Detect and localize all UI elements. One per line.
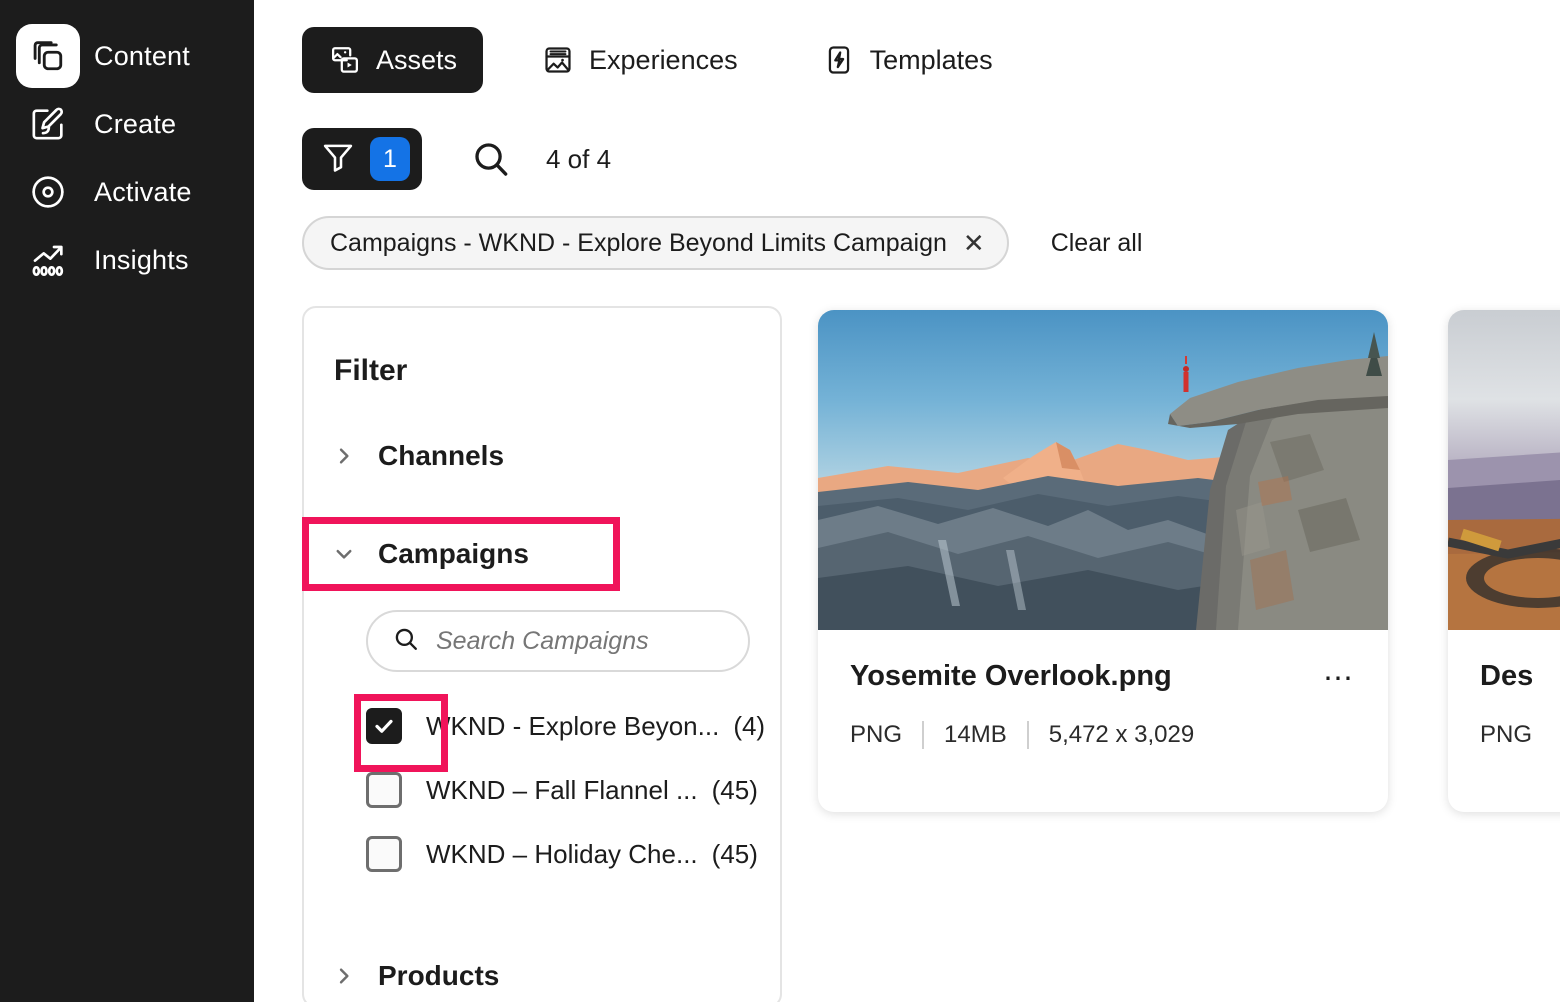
- campaign-search-wrapper: [304, 584, 780, 672]
- edit-brush-icon: [16, 92, 80, 156]
- asset-card[interactable]: Des PNG: [1448, 310, 1560, 812]
- main-content: Assets Experiences Templates 1 4 of 4 Ca…: [254, 0, 1560, 1002]
- asset-size: 14MB: [944, 721, 1007, 748]
- campaign-option-row[interactable]: WKND - Explore Beyon... (4): [304, 694, 780, 772]
- app-root: Content Create Activate Insights Assets …: [0, 0, 1560, 1002]
- facet-channels[interactable]: Channels: [304, 426, 780, 486]
- campaign-search-box[interactable]: [366, 610, 750, 672]
- campaign-options-list: WKND - Explore Beyon... (4) WKND – Fall …: [304, 672, 780, 886]
- asset-thumbnail: [818, 310, 1388, 630]
- asset-card[interactable]: Yosemite Overlook.png ⋯ PNG 14MB 5,472 x…: [818, 310, 1388, 812]
- asset-meta: PNG: [1480, 721, 1560, 749]
- asset-grid: Yosemite Overlook.png ⋯ PNG 14MB 5,472 x…: [818, 306, 1560, 1002]
- tab-assets[interactable]: Assets: [302, 27, 484, 93]
- asset-format: PNG: [1480, 721, 1533, 748]
- main-sidebar: Content Create Activate Insights: [0, 0, 254, 1002]
- asset-title: Yosemite Overlook.png: [850, 660, 1172, 692]
- checkbox-unchecked-icon[interactable]: [366, 772, 402, 808]
- panel-title: Filter: [334, 354, 408, 387]
- sidebar-item-label: Content: [94, 40, 190, 71]
- campaign-option-count: (45): [711, 774, 758, 805]
- asset-dimensions: 5,472 x 3,029: [1048, 721, 1195, 748]
- campaign-option-label: WKND – Fall Flannel ...: [426, 774, 698, 805]
- assets-icon: [328, 43, 362, 77]
- sidebar-item-label: Create: [94, 108, 177, 139]
- tab-bar: Assets Experiences Templates: [254, 0, 1560, 93]
- filter-chip-label: Campaigns - WKND - Explore Beyond Limits…: [330, 228, 947, 257]
- filter-panel: Filter Channels Campaigns Search Campaig…: [302, 306, 782, 1002]
- campaign-option-count: (4): [733, 710, 766, 741]
- asset-card-body: Des PNG: [1448, 630, 1560, 749]
- tab-experiences[interactable]: Experiences: [515, 27, 764, 93]
- search-icon: [392, 625, 420, 658]
- campaign-option-label: WKND – Holiday Che...: [426, 838, 698, 869]
- sidebar-item-create[interactable]: Create: [0, 90, 254, 158]
- asset-title: Des: [1480, 660, 1534, 692]
- search-icon[interactable]: [470, 138, 512, 180]
- filter-toggle-button[interactable]: 1: [302, 128, 422, 190]
- sidebar-item-activate[interactable]: Activate: [0, 158, 254, 226]
- checkbox-unchecked-icon[interactable]: [366, 836, 402, 872]
- sidebar-item-label: Activate: [94, 176, 192, 207]
- funnel-icon: [320, 139, 356, 180]
- asset-meta: PNG 14MB 5,472 x 3,029: [850, 721, 1356, 749]
- chevron-down-icon: [334, 544, 354, 564]
- checkbox-checked-icon[interactable]: [366, 708, 402, 744]
- clear-all-button[interactable]: Clear all: [1051, 229, 1143, 258]
- sidebar-item-label: Insights: [94, 244, 189, 275]
- filter-count-badge: 1: [370, 137, 410, 181]
- toolbar-row: 1 4 of 4: [254, 93, 1560, 190]
- result-count: 4 of 4: [546, 143, 612, 174]
- tab-templates[interactable]: Templates: [796, 27, 1019, 93]
- tab-label: Templates: [869, 44, 993, 75]
- filter-chip[interactable]: Campaigns - WKND - Explore Beyond Limits…: [302, 216, 1009, 270]
- facet-label: Campaigns: [378, 538, 529, 569]
- campaign-option-row[interactable]: WKND – Fall Flannel ... (45): [304, 758, 780, 822]
- campaign-option-label: WKND - Explore Beyon...: [426, 710, 720, 741]
- tab-label: Assets: [376, 44, 458, 75]
- layers-icon: [16, 24, 80, 88]
- templates-icon: [822, 43, 856, 77]
- facet-campaigns[interactable]: Campaigns: [302, 517, 780, 591]
- chevron-right-icon: [334, 966, 354, 986]
- facet-label: Products: [378, 960, 500, 991]
- chart-icon: [16, 228, 80, 292]
- sidebar-item-insights[interactable]: Insights: [0, 226, 254, 294]
- sidebar-item-content[interactable]: Content: [0, 22, 254, 90]
- content-area: Filter Channels Campaigns Search Campaig…: [254, 270, 1560, 1002]
- search-campaigns-input[interactable]: [436, 626, 724, 656]
- facet-products[interactable]: Products: [304, 946, 780, 1002]
- asset-format: PNG: [850, 721, 903, 748]
- more-options-icon[interactable]: ⋯: [1323, 660, 1356, 694]
- facet-label: Channels: [378, 440, 505, 471]
- campaign-option-row[interactable]: WKND – Holiday Che... (45): [304, 822, 780, 886]
- target-icon: [16, 160, 80, 224]
- campaign-option-count: (45): [711, 838, 758, 869]
- asset-card-body: Yosemite Overlook.png ⋯ PNG 14MB 5,472 x…: [818, 630, 1388, 749]
- experiences-icon: [541, 43, 575, 77]
- chevron-right-icon: [334, 446, 354, 466]
- close-icon[interactable]: ✕: [963, 230, 985, 256]
- active-filters-row: Campaigns - WKND - Explore Beyond Limits…: [254, 190, 1560, 270]
- tab-label: Experiences: [589, 44, 738, 75]
- asset-thumbnail: [1448, 310, 1560, 630]
